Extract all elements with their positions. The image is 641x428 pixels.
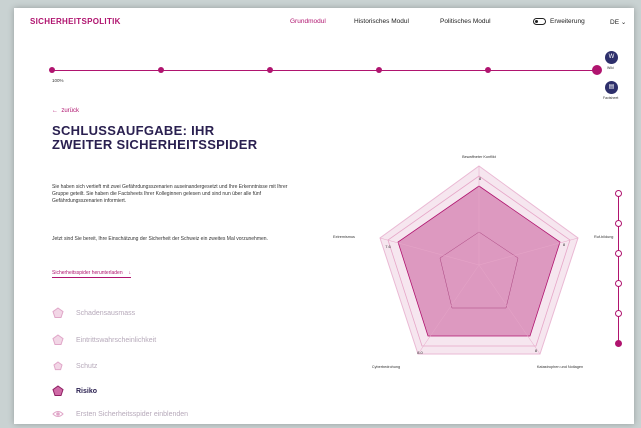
pentagon-icon (53, 361, 63, 371)
chevron-down-icon: ⌄ (620, 19, 627, 26)
pentagon-icon (52, 385, 64, 396)
app-frame: SICHERHEITSPOLITIK Grundmodul Historisch… (14, 8, 634, 424)
pentagon-icon (52, 307, 64, 318)
progress-step-5[interactable] (485, 67, 491, 73)
security-spider-chart: Bewaffneter Konflikt Ruf-bildung Katastr… (333, 155, 613, 369)
progress-step-2[interactable] (158, 67, 164, 73)
factsheet-button[interactable]: ▤ (605, 81, 618, 94)
language-select[interactable]: DE ⌄ (610, 18, 626, 26)
brand-logo[interactable]: SICHERHEITSPOLITIK (30, 17, 121, 26)
toggle-label[interactable]: Erweiterung (550, 18, 585, 25)
vertical-step-5[interactable] (615, 310, 622, 317)
progress-step-3[interactable] (267, 67, 273, 73)
nav-grundmodul[interactable]: Grundmodul (290, 18, 326, 25)
progress-track (52, 70, 597, 71)
document-icon: ▤ (608, 84, 615, 90)
axis-label-cyber: Cyberbedrohung (372, 365, 400, 369)
vertical-step-3[interactable] (615, 250, 622, 257)
option-label: Ersten Sicherheitsspider einblenden (76, 411, 189, 418)
factsheet-label: Factsheet (603, 96, 619, 100)
download-arrow-icon: ↓ (128, 270, 132, 276)
option-label: Schadensausmass (76, 310, 136, 317)
erweiterung-toggle[interactable] (533, 18, 546, 25)
vertical-stepper-track (618, 192, 619, 344)
vertical-step-6[interactable] (615, 340, 622, 347)
download-spider-link[interactable]: Sicherheitsspider herunterladen ↓ (52, 270, 132, 278)
progress-percent: 100% (52, 78, 64, 83)
wiki-icon: W (608, 54, 615, 60)
axis-label-konflikt: Bewaffneter Konflikt (462, 155, 497, 159)
option-label: Eintrittswahrscheinlichkeit (76, 337, 157, 344)
nav-politisches-modul[interactable]: Politisches Modul (440, 18, 491, 25)
instruction-paragraph: Jetzt sind Sie bereit, Ihre Einschätzung… (52, 236, 268, 242)
wiki-label: Wiki (607, 66, 614, 70)
vertical-step-1[interactable] (615, 190, 622, 197)
intro-paragraph: Sie haben sich vertieft mit zwei Gefährd… (52, 184, 288, 205)
wiki-button[interactable]: W (605, 51, 618, 64)
pentagon-icon (52, 334, 64, 345)
axis-label-extremismus: Extremismus (333, 235, 355, 239)
value-label: 8.0 (417, 350, 423, 355)
arrow-left-icon: ← (52, 108, 58, 114)
progress-step-4[interactable] (376, 67, 382, 73)
axis-label-ruf: Ruf-bildung (594, 235, 613, 239)
axis-label-katastrophen: Katastrophen und Notlagen (537, 365, 583, 369)
progress-step-1[interactable] (49, 67, 55, 73)
value-label: 7.6 (385, 244, 391, 249)
vertical-step-2[interactable] (615, 220, 622, 227)
page-title: SCHLUSSAUFGABE: IHR ZWEITER SICHERHEITSS… (52, 123, 258, 152)
option-label: Risiko (76, 388, 98, 395)
option-label: Schutz (76, 363, 98, 370)
back-link[interactable]: ← zurück (52, 108, 79, 114)
progress-step-6[interactable] (592, 65, 602, 75)
nav-historisches-modul[interactable]: Historisches Modul (354, 18, 409, 25)
vertical-step-4[interactable] (615, 280, 622, 287)
eye-icon (52, 411, 64, 417)
